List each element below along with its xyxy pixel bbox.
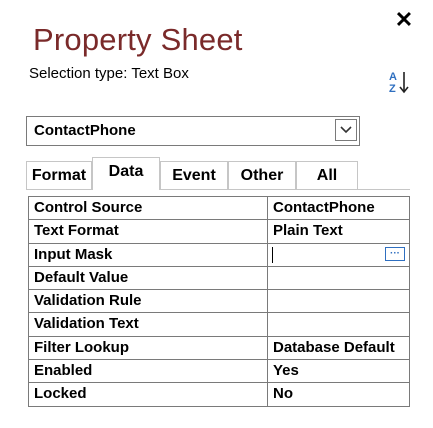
tab-other[interactable]: Other: [228, 161, 296, 189]
property-sheet-pane: Property Sheet ✕ Selection type: Text Bo…: [0, 0, 433, 428]
property-value[interactable]: [267, 265, 410, 291]
property-name: Validation Text: [28, 312, 268, 337]
property-name: Text Format: [28, 219, 268, 244]
property-value[interactable]: Database Default: [267, 335, 410, 361]
builder-button[interactable]: ···: [385, 246, 405, 261]
property-name: Validation Rule: [28, 289, 268, 314]
svg-text:A: A: [389, 71, 397, 83]
property-value[interactable]: [267, 289, 410, 314]
object-selector-value: ContactPhone: [34, 122, 136, 139]
ellipsis-icon: ···: [390, 247, 400, 259]
tab-event[interactable]: Event: [160, 161, 228, 189]
sort-az-icon: A Z: [389, 71, 409, 95]
property-value[interactable]: ContactPhone: [267, 196, 410, 221]
property-row: Filter Lookup Database Default: [28, 335, 410, 361]
dropdown-button[interactable]: [335, 119, 357, 141]
selection-type-label: Selection type:: [29, 65, 128, 82]
property-row: Control Source ContactPhone: [28, 196, 410, 221]
tab-format[interactable]: Format: [26, 161, 92, 189]
property-value[interactable]: No: [267, 382, 410, 407]
property-value[interactable]: Yes: [267, 359, 410, 384]
close-button[interactable]: ✕: [393, 8, 415, 32]
property-name: Control Source: [28, 196, 268, 221]
svg-text:Z: Z: [389, 83, 396, 95]
property-row: Validation Rule: [28, 289, 410, 314]
tab-bar: Format Data Event Other All: [26, 157, 362, 190]
property-name: Default Value: [28, 265, 268, 291]
property-name: Locked: [28, 382, 268, 407]
property-row: Locked No: [28, 382, 410, 407]
property-name: Input Mask: [28, 242, 268, 267]
close-icon: ✕: [394, 7, 414, 32]
property-grid: Control Source ContactPhone Text Format …: [28, 196, 410, 407]
selection-type: Selection type: Text Box: [29, 65, 189, 82]
tab-divider: [26, 189, 410, 190]
page-title: Property Sheet: [33, 22, 243, 57]
text-caret: [272, 246, 273, 263]
tab-all[interactable]: All: [296, 161, 358, 189]
property-row: Validation Text: [28, 312, 410, 337]
property-row: Enabled Yes: [28, 359, 410, 384]
tab-data[interactable]: Data: [92, 157, 160, 190]
property-name: Enabled: [28, 359, 268, 384]
input-mask-field[interactable]: ···: [267, 242, 410, 267]
property-row: Default Value: [28, 265, 410, 291]
chevron-down-icon: [340, 126, 352, 134]
property-row: Input Mask ···: [28, 242, 410, 267]
sort-button[interactable]: A Z: [387, 68, 413, 96]
property-value[interactable]: Plain Text: [267, 219, 410, 244]
property-row: Text Format Plain Text: [28, 219, 410, 244]
property-value[interactable]: [267, 312, 410, 337]
object-selector[interactable]: ContactPhone: [26, 116, 360, 146]
selection-type-value: Text Box: [131, 65, 189, 82]
property-name: Filter Lookup: [28, 335, 268, 361]
